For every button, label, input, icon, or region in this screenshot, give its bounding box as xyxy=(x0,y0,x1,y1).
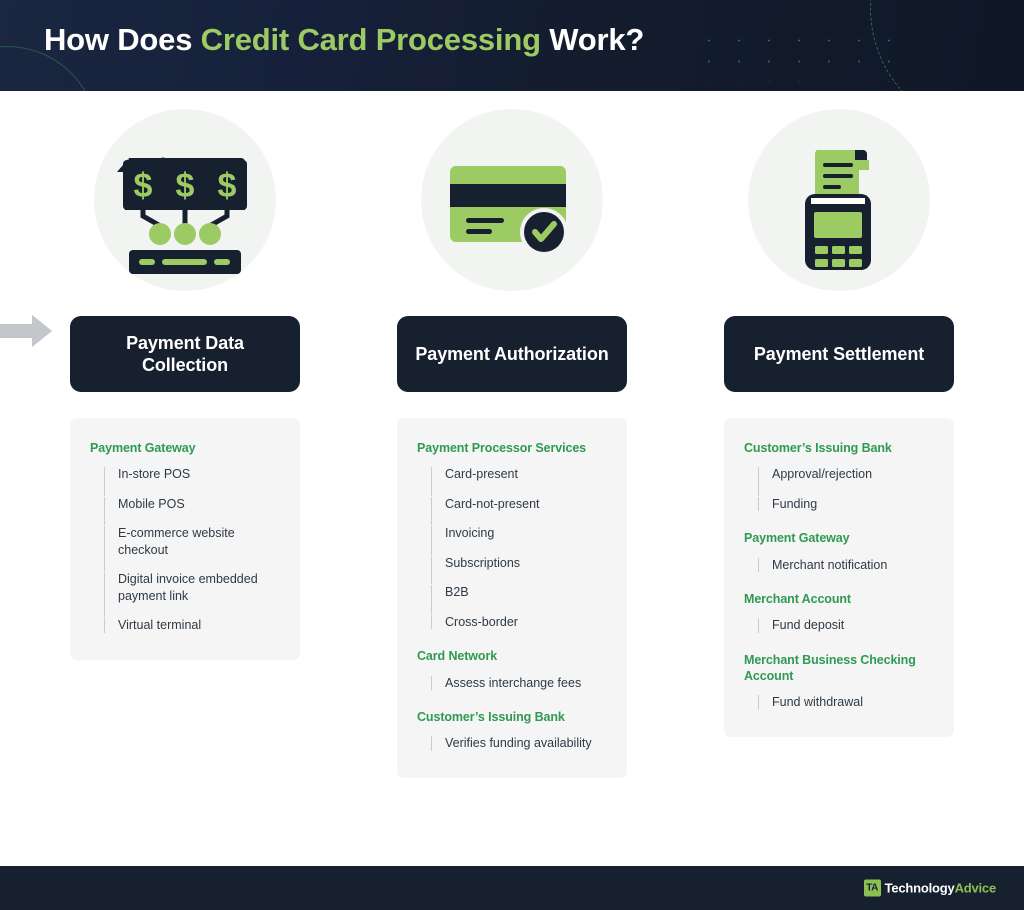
detail-list-item: Virtual terminal xyxy=(104,617,284,634)
detail-list-item: Approval/rejection xyxy=(758,466,938,495)
detail-group: Customer’s Issuing Bank Verifies funding … xyxy=(417,709,611,752)
page-header: How Does Credit Card Processing Work? xyxy=(0,0,1024,91)
detail-group: Card Network Assess interchange fees xyxy=(417,648,611,691)
detail-list-item: Verifies funding availability xyxy=(431,735,611,752)
detail-group: Customer’s Issuing Bank Approval/rejectio… xyxy=(744,440,938,512)
step-1-title: Payment Data Collection xyxy=(126,332,244,375)
detail-group-title: Payment Gateway xyxy=(90,441,196,455)
detail-list-item: B2B xyxy=(431,584,611,613)
brand-primary: Technology xyxy=(884,880,955,896)
detail-list-item: Invoicing xyxy=(431,525,611,554)
detail-item-list: Assess interchange fees xyxy=(417,675,611,692)
detail-list-item: Subscriptions xyxy=(431,555,611,584)
svg-text:$: $ xyxy=(176,167,195,205)
page-title-prefix: How Does xyxy=(44,22,201,57)
step-1-detail-panel: Payment Gateway In-store POS Mobile POS E-c… xyxy=(70,418,300,660)
detail-item-list: Verifies funding availability xyxy=(417,735,611,752)
step-3-detail-panel: Customer’s Issuing Bank Approval/rejectio… xyxy=(724,418,954,737)
detail-group-title: Customer’s Issuing Bank xyxy=(744,441,892,455)
pos-terminal-receipt-icon xyxy=(769,134,909,279)
credit-card-approved-icon xyxy=(442,134,582,279)
detail-list-item: Mobile POS xyxy=(104,496,284,525)
detail-group: Merchant Account Fund deposit xyxy=(744,591,938,634)
detail-item-list: Fund withdrawal xyxy=(744,694,938,711)
detail-list-item: Fund deposit xyxy=(758,617,938,634)
price-tags-payment-icon: $ $ $ xyxy=(115,134,255,279)
step-2-detail-panel: Payment Processor Services Card-present Ca… xyxy=(397,418,627,778)
step-column-2: Payment Authorization Payment Processor … xyxy=(367,91,657,778)
detail-group-title: Card Network xyxy=(417,649,498,664)
technologyadvice-mark-icon: TA xyxy=(863,879,881,897)
step-3-title: Payment Settlement xyxy=(753,343,925,364)
detail-group-title: Merchant Account xyxy=(744,592,851,606)
page-title-suffix: Work? xyxy=(540,22,645,57)
detail-group: Payment Processor Services Card-present Ca… xyxy=(417,440,611,630)
detail-group: Merchant Business Checking Account Fund w… xyxy=(744,652,938,711)
page-title-accent: Credit Card Processing xyxy=(200,22,541,57)
detail-item-list: In-store POS Mobile POS E-commerce website… xyxy=(90,466,284,634)
detail-item-list: Card-present Card-not-present Invoicing Sub… xyxy=(417,466,611,630)
detail-item-list: Merchant notification xyxy=(744,557,938,574)
detail-list-item: In-store POS xyxy=(104,466,284,495)
step-2-title-card: Payment Authorization xyxy=(397,316,627,392)
detail-list-item: Card-present xyxy=(431,466,611,495)
step-3-title-card: Payment Settlement xyxy=(724,316,954,392)
detail-group-title: Payment Gateway xyxy=(744,531,850,546)
brand-secondary: Advice xyxy=(954,880,997,896)
brand-wordmark: TechnologyAdvice xyxy=(884,880,997,896)
detail-group-title: Payment Processor Services xyxy=(417,441,587,455)
detail-list-item: E-commerce website checkout xyxy=(104,525,284,572)
detail-list-item: Assess interchange fees xyxy=(431,675,611,692)
detail-group: Payment Gateway In-store POS Mobile POS E-c… xyxy=(90,440,284,634)
detail-list-item: Card-not-present xyxy=(431,496,611,525)
detail-group-title: Customer’s Issuing Bank xyxy=(417,710,565,724)
step-column-3: Payment Settlement Customer’s Issuing Ba… xyxy=(694,91,984,737)
step-2-title: Payment Authorization xyxy=(415,343,609,364)
step-3-icon-area xyxy=(694,91,984,316)
step-column-1: $ $ $ Payment Data Collection Payment Ga… xyxy=(40,91,330,660)
detail-list-item: Funding xyxy=(758,496,938,513)
decorative-dot-grid-icon xyxy=(694,30,904,82)
page-title: How Does Credit Card Processing Work? xyxy=(44,22,644,58)
infographic-board: $ $ $ Payment Data Collection Payment Ga… xyxy=(0,91,1024,866)
detail-list-item: Fund withdrawal xyxy=(758,694,938,711)
detail-list-item: Cross-border xyxy=(431,614,611,631)
step-1-title-card: Payment Data Collection xyxy=(70,316,300,392)
svg-text:$: $ xyxy=(134,167,153,205)
svg-text:$: $ xyxy=(218,167,237,205)
brand-logo: TA TechnologyAdvice xyxy=(863,879,997,897)
page-footer: TA TechnologyAdvice xyxy=(0,866,1024,910)
detail-list-item: Digital invoice embedded payment link xyxy=(104,571,284,618)
detail-item-list: Approval/rejection Funding xyxy=(744,466,938,512)
detail-item-list: Fund deposit xyxy=(744,617,938,634)
step-1-icon-area: $ $ $ xyxy=(40,91,330,316)
step-2-icon-area xyxy=(367,91,657,316)
detail-group: Payment Gateway Merchant notification xyxy=(744,530,938,573)
detail-list-item: Merchant notification xyxy=(758,557,938,574)
detail-group-title: Merchant Business Checking Account xyxy=(744,652,916,683)
